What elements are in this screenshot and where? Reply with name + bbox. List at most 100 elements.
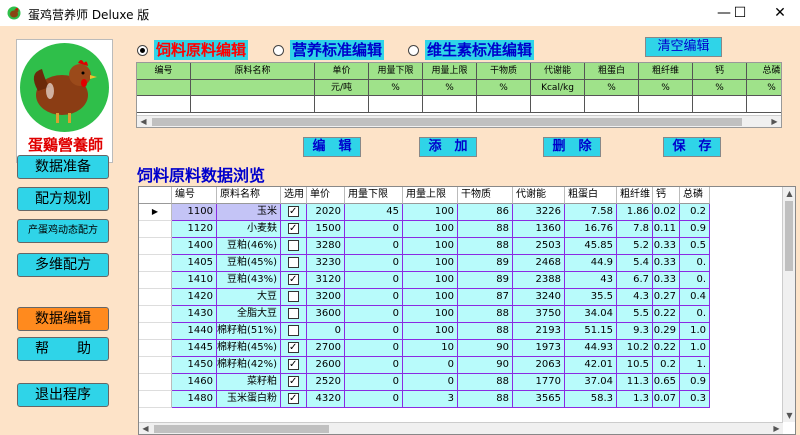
grid-cell[interactable]: 3600 (307, 306, 345, 323)
grid-cell[interactable]: 44.93 (565, 340, 617, 357)
grid-col-header[interactable]: 干物质 (458, 187, 513, 204)
grid-cell[interactable]: 0.11 (653, 221, 680, 238)
grid-cell[interactable]: 11.3 (617, 374, 653, 391)
edit-input-cell[interactable] (477, 96, 531, 113)
row-selector[interactable] (139, 289, 172, 306)
row-selector[interactable] (139, 272, 172, 289)
grid-cell[interactable]: 100 (403, 221, 458, 238)
grid-cell[interactable]: 大豆 (217, 289, 281, 306)
table-row[interactable]: 1445棉籽粕(45%) 270001090197344.9310.20.221.… (139, 340, 710, 357)
data-edit-button[interactable]: 数据编辑 (17, 307, 109, 331)
grid-cell[interactable]: 10.2 (617, 340, 653, 357)
table-row[interactable]: 1440 棉籽粕(51%) 0 0 100 88 2193 51.15 9.3 0.29 1.0 (139, 323, 710, 340)
table-row[interactable]: 1450棉籽粕(42%)26000090206342.0110.50.21. (139, 357, 710, 374)
grid-cell[interactable]: 1.3 (617, 391, 653, 408)
grid-cell[interactable]: 1410 (172, 272, 217, 289)
grid-cell[interactable]: 42.01 (565, 357, 617, 374)
select-checkbox-cell[interactable] (281, 255, 307, 272)
grid-cell[interactable]: 1420 (172, 289, 217, 306)
grid-cell[interactable]: 34.04 (565, 306, 617, 323)
row-selector[interactable] (139, 340, 172, 357)
grid-cell[interactable]: 0 (307, 323, 345, 340)
grid-cell[interactable]: 0.22 (653, 306, 680, 323)
grid-cell[interactable]: 88 (458, 238, 513, 255)
select-checkbox-cell[interactable] (281, 204, 307, 221)
close-button[interactable]: ✕ (760, 0, 800, 26)
checkbox-checked[interactable] (288, 221, 299, 237)
grid-cell[interactable]: 1500 (307, 221, 345, 238)
edit-input-cell[interactable] (585, 96, 639, 113)
grid-cell[interactable]: 1480 (172, 391, 217, 408)
grid-cell[interactable]: 豆粕(46%) (217, 238, 281, 255)
grid-cell[interactable]: 0.4 (680, 289, 710, 306)
grid-cell[interactable]: 0.2 (680, 204, 710, 221)
checkbox-checked[interactable] (288, 391, 299, 407)
grid-cell[interactable]: 16.76 (565, 221, 617, 238)
table-row[interactable]: 1430 全脂大豆 3600 0 100 88 3750 34.04 5.5 0.22 0. (139, 306, 710, 323)
grid-cell[interactable]: 0 (345, 374, 403, 391)
grid-cell[interactable]: 菜籽粕 (217, 374, 281, 391)
row-selector[interactable] (139, 238, 172, 255)
grid-cell[interactable]: 5.5 (617, 306, 653, 323)
grid-cell[interactable]: 2600 (307, 357, 345, 374)
grid-cell[interactable]: 87 (458, 289, 513, 306)
grid-col-header[interactable]: 用量下限 (345, 187, 403, 204)
edit-input-cell[interactable] (747, 96, 781, 113)
grid-cell[interactable]: 0 (345, 255, 403, 272)
grid-cell[interactable]: 43 (565, 272, 617, 289)
grid-cell[interactable]: 1973 (513, 340, 565, 357)
grid-cell[interactable]: 0. (680, 255, 710, 272)
grid-cell[interactable]: 0.65 (653, 374, 680, 391)
table-row[interactable]: 1400 豆粕(46%) 3280 0 100 88 2503 45.85 5.2 0.33 0.5 (139, 238, 710, 255)
grid-cell[interactable]: 0.2 (653, 357, 680, 374)
table-row[interactable]: 1460菜籽粕25200088177037.0411.30.650.9 (139, 374, 710, 391)
row-selector[interactable] (139, 391, 172, 408)
row-selector[interactable] (139, 306, 172, 323)
grid-cell[interactable]: 2020 (307, 204, 345, 221)
grid-cell[interactable]: 1460 (172, 374, 217, 391)
scroll-down-icon[interactable]: ▼ (783, 409, 795, 422)
grid-cell[interactable]: 35.5 (565, 289, 617, 306)
grid-cell[interactable]: 1.0 (680, 323, 710, 340)
grid-cell[interactable]: 100 (403, 323, 458, 340)
grid-cell[interactable]: 0 (345, 306, 403, 323)
grid-cell[interactable]: 100 (403, 204, 458, 221)
grid-cell[interactable]: 棉籽粕(42%) (217, 357, 281, 374)
checkbox-checked[interactable] (288, 340, 299, 356)
grid-cell[interactable]: 0.33 (653, 272, 680, 289)
grid-cell[interactable]: 9.3 (617, 323, 653, 340)
edit-input-cell[interactable] (693, 96, 747, 113)
grid-cell[interactable]: 100 (403, 272, 458, 289)
radio-nutrition-standard[interactable]: 营养标准编辑 (273, 40, 385, 60)
save-button[interactable]: 保 存 (663, 137, 721, 157)
checkbox-unchecked[interactable] (288, 291, 299, 302)
grid-cell[interactable]: 1770 (513, 374, 565, 391)
grid-cell[interactable]: 0.5 (680, 238, 710, 255)
grid-cell[interactable]: 玉米蛋白粉 (217, 391, 281, 408)
grid-cell[interactable]: 4320 (307, 391, 345, 408)
multi-dim-formula-button[interactable]: 多维配方 (17, 253, 109, 277)
grid-cell[interactable]: 小麦麸 (217, 221, 281, 238)
grid-cell[interactable]: 3565 (513, 391, 565, 408)
grid-cell[interactable]: 7.8 (617, 221, 653, 238)
table-row[interactable]: 1410豆粕(43%) 31200100892388436.70.330. (139, 272, 710, 289)
grid-col-header[interactable]: 总磷 (680, 187, 710, 204)
grid-cell[interactable]: 86 (458, 204, 513, 221)
grid-cell[interactable]: 37.04 (565, 374, 617, 391)
exit-button[interactable]: 退出程序 (17, 383, 109, 407)
grid-cell[interactable]: 0 (345, 289, 403, 306)
edit-input-cell[interactable] (137, 96, 191, 113)
grid-cell[interactable]: 3120 (307, 272, 345, 289)
grid-cell[interactable]: 0 (345, 238, 403, 255)
scroll-up-icon[interactable]: ▲ (783, 187, 795, 200)
grid-col-header[interactable]: 粗蛋白 (565, 187, 617, 204)
row-selector[interactable] (139, 357, 172, 374)
row-selector[interactable] (139, 323, 172, 340)
grid-cell[interactable]: 2700 (307, 340, 345, 357)
grid-cell[interactable]: 88 (458, 374, 513, 391)
grid-col-header[interactable]: 编号 (172, 187, 217, 204)
grid-cell[interactable]: 1400 (172, 238, 217, 255)
grid-cell[interactable]: 90 (458, 340, 513, 357)
delete-button[interactable]: 删 除 (543, 137, 601, 157)
grid-cell[interactable]: 0. (680, 272, 710, 289)
